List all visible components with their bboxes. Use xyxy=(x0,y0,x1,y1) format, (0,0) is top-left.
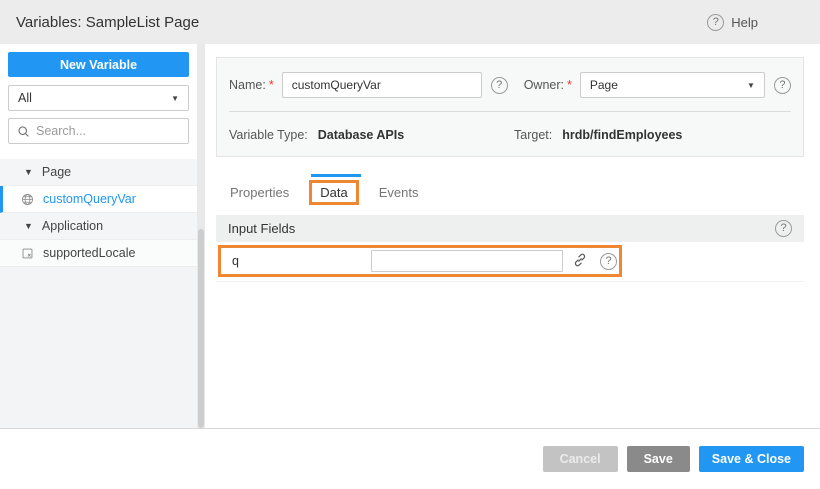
tree-group-label: Application xyxy=(42,219,103,233)
save-button[interactable]: Save xyxy=(627,446,690,472)
tree-item-customqueryvar[interactable]: customQueryVar xyxy=(0,186,197,213)
field-help-icon[interactable]: ? xyxy=(600,253,617,270)
variable-filter-value: All xyxy=(18,91,32,105)
active-tab-indicator xyxy=(311,174,361,177)
variables-sidebar: New Variable All ▼ ▼ Page xyxy=(0,44,197,428)
tree-group-page[interactable]: ▼ Page xyxy=(0,159,197,186)
sidebar-controls: New Variable All ▼ xyxy=(0,44,197,152)
input-fields-header: Input Fields ? xyxy=(216,215,804,242)
name-input[interactable] xyxy=(282,72,482,98)
required-marker: * xyxy=(567,78,572,92)
owner-value: Page xyxy=(590,78,618,92)
help-label[interactable]: Help xyxy=(731,15,758,30)
chevron-down-icon: ▼ xyxy=(24,167,33,177)
help-link[interactable]: ? Help xyxy=(707,14,758,31)
tab-properties[interactable]: Properties xyxy=(228,181,291,204)
tree-group-label: Page xyxy=(42,165,71,179)
owner-help-icon[interactable]: ? xyxy=(774,77,791,94)
variable-type-label: Variable Type: xyxy=(229,128,308,142)
bind-field-button[interactable] xyxy=(572,252,588,271)
tab-data-label: Data xyxy=(320,185,347,200)
dialog-footer: Cancel Save Save & Close xyxy=(0,429,820,489)
variables-dialog: Variables: SampleList Page ? Help New Va… xyxy=(0,0,820,489)
tree-group-application[interactable]: ▼ Application xyxy=(0,213,197,240)
target-group: Target: hrdb/findEmployees xyxy=(514,128,682,142)
scrollbar[interactable] xyxy=(197,44,205,428)
tree-item-label: supportedLocale xyxy=(43,246,135,260)
variable-filter-select[interactable]: All ▼ xyxy=(8,85,189,111)
dialog-header: Variables: SampleList Page ? Help xyxy=(0,0,820,44)
annotation-highlight-input-row: q ? xyxy=(218,245,622,277)
owner-select[interactable]: Page ▼ xyxy=(580,72,765,98)
sidebar-empty-area xyxy=(0,267,197,428)
page-title: Variables: SampleList Page xyxy=(16,14,199,31)
variable-summary-box: Name: * ? Owner: * Page ▼ ? Variable Typ… xyxy=(216,57,804,157)
field-value-input[interactable] xyxy=(371,250,563,272)
divider xyxy=(229,111,791,112)
link-icon xyxy=(572,252,588,271)
field-name-label: q xyxy=(232,254,371,268)
chevron-down-icon: ▼ xyxy=(747,81,755,90)
locale-variable-icon xyxy=(21,247,34,260)
search-icon xyxy=(17,125,30,138)
required-marker: * xyxy=(269,78,274,92)
variable-search-box[interactable] xyxy=(8,118,189,144)
chevron-down-icon: ▼ xyxy=(171,94,179,103)
new-variable-button[interactable]: New Variable xyxy=(8,52,189,77)
detail-tabbar: Properties Data Events xyxy=(216,177,804,207)
name-label: Name: xyxy=(229,78,266,92)
scrollbar-thumb[interactable] xyxy=(198,229,204,428)
variable-detail-panel: Name: * ? Owner: * Page ▼ ? Variable Typ… xyxy=(205,44,820,428)
target-value: hrdb/findEmployees xyxy=(562,128,682,142)
variable-type-group: Variable Type: Database APIs xyxy=(229,128,514,142)
service-variable-icon xyxy=(21,193,34,206)
type-target-row: Variable Type: Database APIs Target: hrd… xyxy=(229,128,791,142)
help-icon[interactable]: ? xyxy=(707,14,724,31)
input-fields-body: q ? xyxy=(216,242,804,282)
tree-item-supportedlocale[interactable]: supportedLocale xyxy=(0,240,197,267)
search-input[interactable] xyxy=(36,124,180,138)
name-help-icon[interactable]: ? xyxy=(491,77,508,94)
save-and-close-button[interactable]: Save & Close xyxy=(699,446,804,472)
variables-tree: ▼ Page customQueryVar ▼ Application xyxy=(0,159,197,267)
owner-label: Owner: xyxy=(524,78,564,92)
variable-type-value: Database APIs xyxy=(318,128,404,142)
name-owner-row: Name: * ? Owner: * Page ▼ ? xyxy=(229,71,791,99)
dialog-body: New Variable All ▼ ▼ Page xyxy=(0,44,820,429)
cancel-button[interactable]: Cancel xyxy=(543,446,618,472)
chevron-down-icon: ▼ xyxy=(24,221,33,231)
tab-data[interactable]: Data xyxy=(309,180,358,205)
input-fields-help-icon[interactable]: ? xyxy=(775,220,792,237)
tree-item-label: customQueryVar xyxy=(43,192,136,206)
target-label: Target: xyxy=(514,128,552,142)
input-fields-title: Input Fields xyxy=(228,221,295,236)
tab-events[interactable]: Events xyxy=(377,181,421,204)
input-fields-section: Input Fields ? q ? xyxy=(216,215,804,282)
